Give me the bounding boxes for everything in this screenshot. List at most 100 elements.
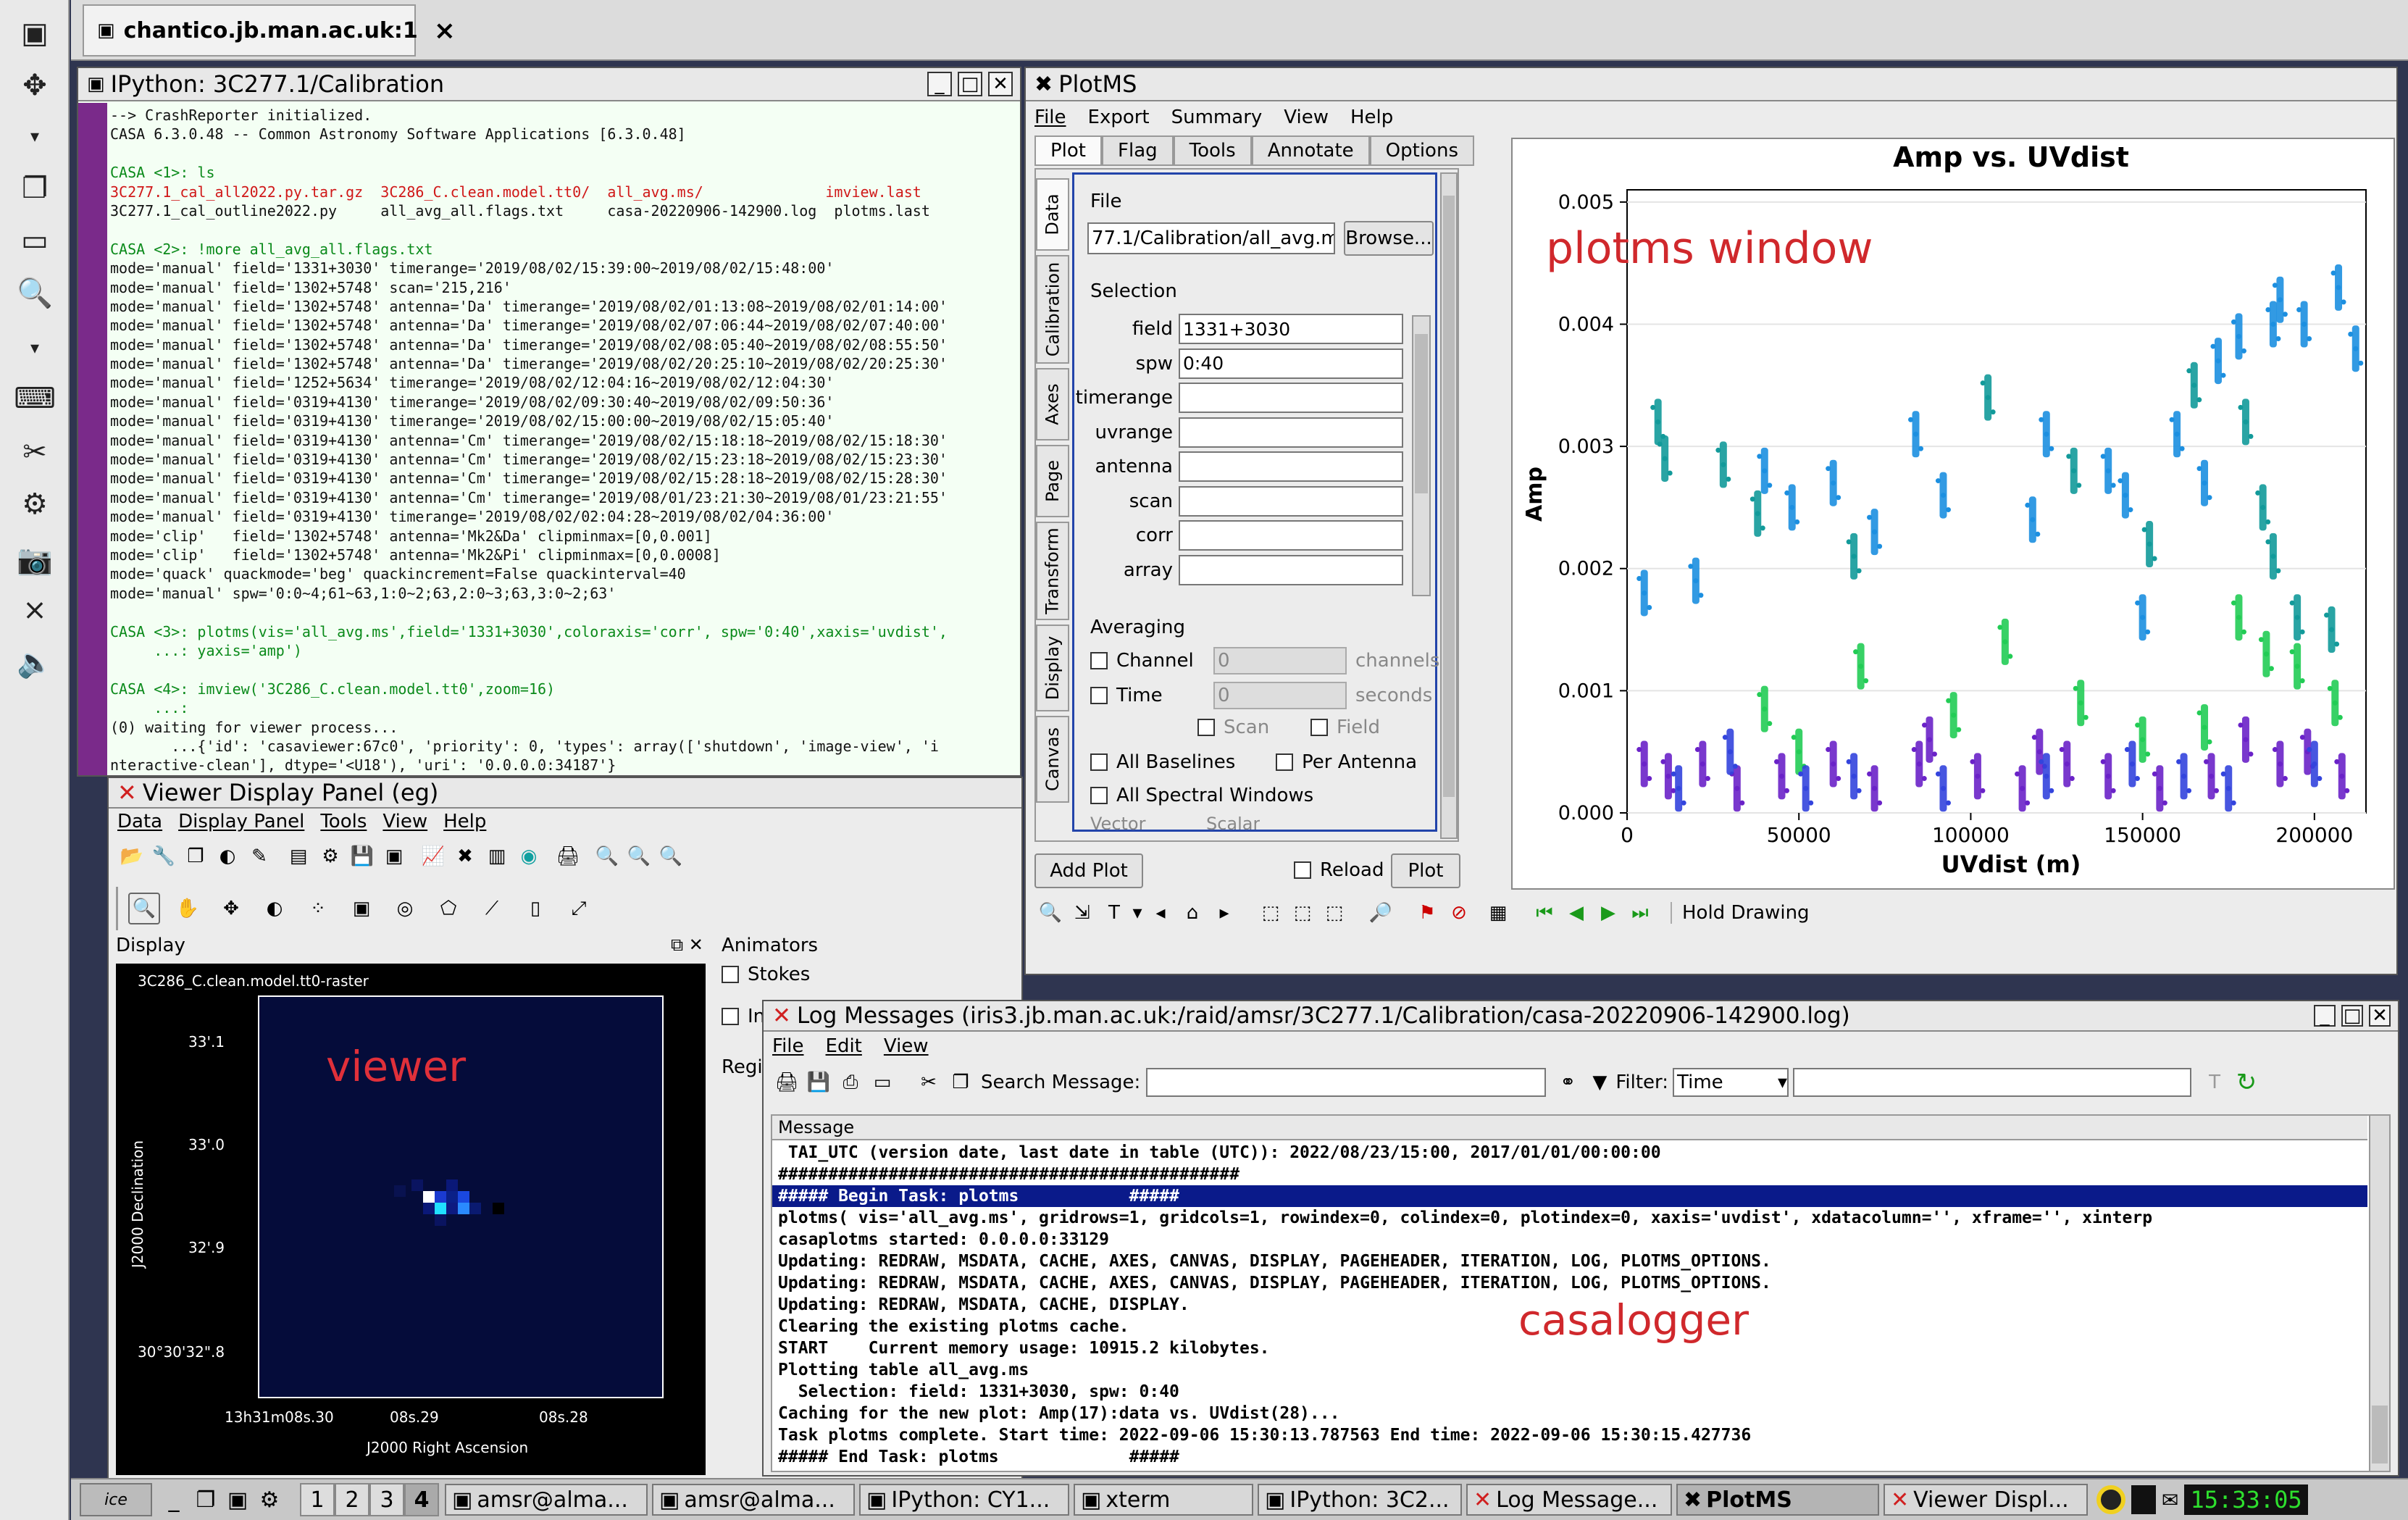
display-area[interactable]: 3C286_C.clean.model.tt0-raster viewer 33 (116, 964, 706, 1475)
sidetab-transform[interactable]: Transform (1036, 522, 1069, 620)
move-icon[interactable]: ✥ (14, 65, 55, 106)
flag-all-icon[interactable]: ▦ (1482, 897, 1514, 929)
save-icon[interactable]: 💾 (346, 840, 378, 872)
log-line[interactable]: casaplotms started: 0.0.0.0:33129 (772, 1229, 2367, 1250)
channel-avg-input[interactable]: 0 (1213, 647, 1347, 675)
maximize-button[interactable]: □ (2341, 1005, 2363, 1027)
browse-button[interactable]: Browse... (1344, 221, 1434, 256)
menu-file[interactable]: File (772, 1035, 804, 1057)
scan-checkbox[interactable] (1197, 719, 1215, 736)
profile-icon[interactable]: 📈 (417, 840, 449, 872)
sidetab-display[interactable]: Display (1036, 625, 1069, 711)
selection-input-array[interactable] (1179, 554, 1403, 585)
menu-tools[interactable]: Tools (320, 811, 367, 832)
all-baselines-checkbox[interactable] (1090, 753, 1108, 771)
home-icon[interactable]: ⌂ (1176, 897, 1208, 929)
last-page-icon[interactable]: ⏭ (1624, 897, 1656, 929)
sidetab-canvas[interactable]: Canvas (1036, 716, 1069, 803)
options-icon[interactable]: ⚙ (314, 840, 346, 872)
log-line[interactable]: Updating: REDRAW, MSDATA, CACHE, AXES, C… (772, 1250, 2367, 1272)
ellipse-region-icon[interactable]: ◎ (389, 893, 421, 924)
log-line[interactable]: Task plotms complete. Start time: 2022-0… (772, 1424, 2367, 1446)
unflag-icon[interactable]: ⊘ (1443, 897, 1475, 929)
task-ipython-3c2[interactable]: ▣ IPython: 3C2... (1258, 1484, 1462, 1516)
log-line[interactable]: plotms( vis='all_avg.ms', gridrows=1, gr… (772, 1207, 2367, 1229)
session-tab[interactable]: ▣ chantico.jb.man.ac.uk:1 × (83, 4, 456, 57)
adjust-icon[interactable]: 🔧 (148, 840, 180, 872)
menu-view[interactable]: View (382, 811, 427, 832)
ipython-titlebar[interactable]: ▣ IPython: 3C277.1/Calibration _ □ ✕ (78, 68, 1020, 101)
subtract-region-icon[interactable]: ⬚ (1287, 897, 1318, 929)
next-page-icon[interactable]: ▶ (1592, 897, 1624, 929)
in-checkbox[interactable] (722, 1008, 739, 1025)
dock-buttons[interactable]: ⧉ ✕ (671, 935, 703, 955)
menu-export[interactable]: Export (1088, 107, 1150, 128)
selection-input-corr[interactable] (1179, 520, 1403, 551)
poly-region-icon[interactable]: ⬠ (432, 893, 464, 924)
workspace-2[interactable]: 2 (335, 1483, 369, 1516)
menu-help[interactable]: Help (1350, 107, 1393, 128)
selection-input-timerange[interactable] (1179, 383, 1403, 413)
search-input[interactable] (1146, 1068, 1547, 1097)
point-tool-icon[interactable]: ⁘ (302, 893, 334, 924)
workspace-1[interactable]: 1 (300, 1483, 335, 1516)
print-icon[interactable]: 🖨 (552, 840, 584, 872)
hold-drawing-button[interactable]: Hold Drawing (1671, 902, 1810, 924)
selection-input-field[interactable]: 1331+3030 (1179, 314, 1403, 344)
zoom-icon[interactable]: 🔍 (14, 272, 55, 313)
log-line[interactable]: TAI_UTC (version date, last date in tabl… (772, 1142, 2367, 1164)
camera-icon[interactable]: 📷 (14, 539, 55, 580)
channel-checkbox[interactable] (1090, 652, 1108, 669)
task-terminal-1[interactable]: ▣ amsr@alma... (445, 1484, 648, 1516)
menu-edit[interactable]: Edit (826, 1035, 862, 1057)
zoom-out-icon[interactable]: 🔍 (623, 840, 655, 872)
copy-icon[interactable]: ❐ (945, 1066, 977, 1098)
restore-icon[interactable]: ▣ (378, 840, 410, 872)
menu-data[interactable]: Data (117, 811, 162, 832)
task-xterm[interactable]: ▣ xterm (1074, 1484, 1253, 1516)
time-checkbox[interactable] (1090, 687, 1108, 704)
logger-titlebar[interactable]: ✕ Log Messages (iris3.jb.man.ac.uk:/raid… (764, 1001, 2398, 1032)
zoom-fit-icon[interactable]: 🔍 (655, 840, 687, 872)
clear-region-icon[interactable]: ⬚ (1318, 897, 1350, 929)
sidetab-data[interactable]: Data (1036, 178, 1069, 251)
minimize-button[interactable]: _ (2314, 1005, 2336, 1027)
log-line[interactable]: Plotting table all_avg.ms (772, 1359, 2367, 1381)
log-line[interactable]: ########################################… (772, 1164, 2367, 1185)
field-checkbox[interactable] (1310, 719, 1328, 736)
minimize-all-icon[interactable]: _ (158, 1484, 190, 1516)
per-antenna-checkbox[interactable] (1276, 753, 1293, 771)
menu-view[interactable]: View (1284, 107, 1329, 128)
pan-tool-icon[interactable]: ✋ (172, 893, 204, 924)
unload-icon[interactable]: ❐ (180, 840, 212, 872)
menu-summary[interactable]: Summary (1171, 107, 1263, 128)
annotate-icon[interactable]: T (1098, 897, 1130, 929)
config-icon[interactable]: ⚙ (254, 1484, 285, 1516)
all-spw-checkbox[interactable] (1090, 787, 1108, 804)
task-log-messages[interactable]: ✕ Log Message... (1466, 1484, 1672, 1516)
clear-filter-icon[interactable]: T (2199, 1066, 2231, 1098)
tab-options[interactable]: Options (1369, 135, 1474, 166)
screen-icon[interactable]: ▭ (14, 220, 55, 261)
log-line[interactable]: Updating: REDRAW, MSDATA, CACHE, AXES, C… (772, 1272, 2367, 1294)
task-ipython-cy1[interactable]: ▣ IPython: CY1... (859, 1484, 1069, 1516)
log-line[interactable]: ##### End Task: plotms ##### (772, 1446, 2367, 1468)
polyline-icon[interactable]: ⟋ (476, 893, 508, 924)
fit-icon[interactable]: ✖ (449, 840, 481, 872)
log-line[interactable]: ##### Begin Task: plotms ##### (772, 1185, 2367, 1207)
selection-input-uvrange[interactable] (1179, 417, 1403, 448)
log-line[interactable]: Selection: field: 1331+3030, spw: 0:40 (772, 1381, 2367, 1403)
mail-icon[interactable]: ✉ (2162, 1488, 2178, 1512)
chevron-down-icon-2[interactable]: ▾ (14, 327, 55, 368)
move-tool-icon[interactable]: ✥ (215, 893, 247, 924)
stack-back-icon[interactable]: ◂ (1145, 897, 1176, 929)
filter-select[interactable]: Time ▾ (1673, 1068, 1789, 1097)
minimize-button[interactable]: _ (927, 72, 952, 96)
pan-icon[interactable]: ⇲ (1066, 897, 1098, 929)
selection-input-spw[interactable]: 0:40 (1179, 348, 1403, 379)
selection-input-antenna[interactable] (1179, 451, 1403, 482)
stokes-checkbox[interactable] (722, 966, 739, 983)
chevron-down-icon[interactable]: ▾ (1130, 897, 1145, 929)
shapes-icon[interactable]: ◐ (212, 840, 243, 872)
binoculars-icon[interactable]: ⚭ (1552, 1066, 1584, 1098)
